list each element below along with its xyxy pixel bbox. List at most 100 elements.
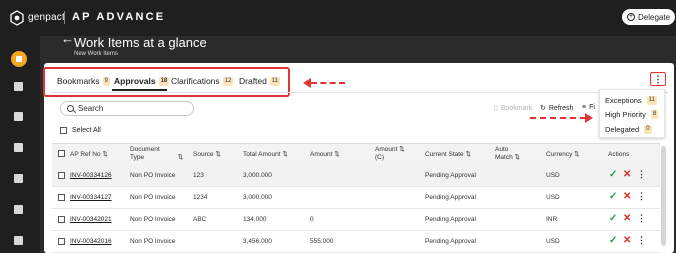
nav-inbox-icon[interactable] [14,205,23,214]
tab-count-badge: 12 [222,76,234,86]
nav-list-icon[interactable] [14,174,23,183]
bookmark-button[interactable]: ▯ Bookmark [494,104,532,113]
column-header-currency[interactable]: Currency ⇅ [546,151,580,159]
total-amount-cell: 3,456.000 [243,238,272,245]
source-cell: ABC [193,216,207,223]
current-state-cell: Pending Approval [425,172,476,179]
table-row[interactable]: INV-00334127 Non PO Invoice 1234 3,000.0… [52,187,660,209]
genpact-logo-icon [10,10,24,26]
reject-x-icon[interactable]: ✕ [623,235,631,246]
menu-count-badge: 11 [646,96,657,105]
tab-label: Clarifications [171,76,220,86]
tab-count-badge: 18 [158,76,170,86]
select-all-control[interactable]: Select All [60,127,101,134]
tabs-divider [52,92,668,93]
source-cell: 1234 [193,194,208,201]
refresh-icon: ↻ [540,105,546,112]
back-arrow-icon[interactable]: ← [61,31,74,46]
ap-ref-link[interactable]: INV-00342021 [70,216,112,223]
row-checkbox[interactable] [58,172,65,179]
more-options-menu: Exceptions 11 High Priority 8 Delegated … [599,89,665,138]
row-more-icon[interactable]: ⋮ [637,191,646,202]
document-type-cell: Non PO Invoice [130,172,176,179]
approve-check-icon[interactable]: ✓ [609,235,617,246]
brand-name: genpact [28,12,65,23]
menu-item-delegated[interactable]: Delegated 0 [605,125,652,134]
row-checkbox[interactable] [58,216,65,223]
document-type-cell: Non PO Invoice [130,238,176,245]
currency-cell: USD [546,194,560,201]
column-header-amount[interactable]: Amount ⇅ [310,151,340,159]
currency-cell: USD [546,238,560,245]
menu-item-label: Exceptions [605,96,642,105]
filter-button[interactable]: ≡ Fi [582,104,595,111]
tab-count-badge: 9 [102,76,110,86]
column-header-document-type[interactable]: Document Type ⇅ [130,146,183,162]
row-checkbox[interactable] [58,194,65,201]
tab-approvals[interactable]: Approvals 18 [114,76,170,86]
annotation-arrow-right-icon [585,113,593,123]
nav-add-icon[interactable] [14,82,23,91]
nav-upload-icon[interactable] [14,236,23,245]
annotation-arrow-left-icon [303,78,311,88]
tab-count-badge: 11 [269,76,281,86]
select-all-checkbox[interactable] [60,127,67,134]
tab-label: Approvals [114,76,156,86]
menu-item-label: Delegated [605,125,640,134]
page-subtitle: New Work Items [74,51,118,57]
reject-x-icon[interactable]: ✕ [623,213,631,224]
row-more-icon[interactable]: ⋮ [637,235,646,246]
document-type-cell: Non PO Invoice [130,216,176,223]
total-amount-cell: 3,000.000 [243,194,272,201]
table-row[interactable]: INV-00334126 Non PO Invoice 123 3,000.00… [52,165,660,187]
column-header-amount-c[interactable]: Amount ⇅ (C) [375,146,405,162]
annotation-dashed-line [530,117,586,119]
approve-check-icon[interactable]: ✓ [609,169,617,180]
column-header-auto-match[interactable]: Auto Match ⇅ [495,146,520,162]
nav-monitor-icon[interactable] [14,143,23,152]
tab-label: Drafted [239,76,267,86]
search-placeholder: Search [78,104,104,113]
total-amount-cell: 134.000 [243,216,267,223]
ap-ref-link[interactable]: INV-00334126 [70,172,112,179]
total-amount-cell: 3,000.000 [243,172,272,179]
column-header-current-state[interactable]: Current State ⇅ [425,151,471,159]
row-more-icon[interactable]: ⋮ [637,169,646,180]
tab-drafted[interactable]: Drafted 11 [239,76,281,86]
menu-item-exceptions[interactable]: Exceptions 11 [605,96,657,105]
current-state-cell: Pending Approval [425,216,476,223]
ap-ref-link[interactable]: INV-00342016 [70,238,112,245]
delegate-button[interactable]: + Delegate [622,9,676,25]
filter-icon: ≡ [582,104,587,111]
app-name: AP ADVANCE [72,11,166,23]
annotation-dashed-line [311,82,345,84]
column-header-source[interactable]: Source ⇅ [193,151,221,159]
table-scrollbar-thumb[interactable] [661,146,666,246]
approve-check-icon[interactable]: ✓ [609,191,617,202]
search-input[interactable]: Search [60,101,194,116]
menu-item-high-priority[interactable]: High Priority 8 [605,110,659,119]
reject-x-icon[interactable]: ✕ [623,191,631,202]
column-header-total-amount[interactable]: Total Amount ⇅ [243,151,288,159]
table-row[interactable]: INV-00342021 Non PO Invoice ABC 134.000 … [52,209,660,231]
approve-check-icon[interactable]: ✓ [609,213,617,224]
ap-ref-link[interactable]: INV-00334127 [70,194,112,201]
table-row[interactable]: INV-00342016 Non PO Invoice 3,456.000 55… [52,231,660,253]
page-title: Work Items at a glance [74,35,207,50]
column-header-ap-ref[interactable]: AP Ref No ⇅ [70,151,108,159]
home-nav-icon[interactable] [11,51,27,67]
column-header-actions: Actions [608,151,630,158]
menu-count-badge: 8 [650,110,659,119]
row-checkbox[interactable] [58,238,65,245]
source-cell: 123 [193,172,204,179]
amount-cell: 555.000 [310,238,334,245]
nav-document-icon[interactable] [14,112,23,121]
header-checkbox[interactable] [58,150,65,157]
more-options-icon[interactable]: ⋮ [650,72,666,86]
reject-x-icon[interactable]: ✕ [623,169,631,180]
tab-clarifications[interactable]: Clarifications 12 [171,76,234,86]
tab-bookmarks[interactable]: Bookmarks 9 [57,76,110,86]
refresh-label: Refresh [548,104,574,112]
row-more-icon[interactable]: ⋮ [637,213,646,224]
refresh-button[interactable]: ↻ Refresh [540,104,574,113]
